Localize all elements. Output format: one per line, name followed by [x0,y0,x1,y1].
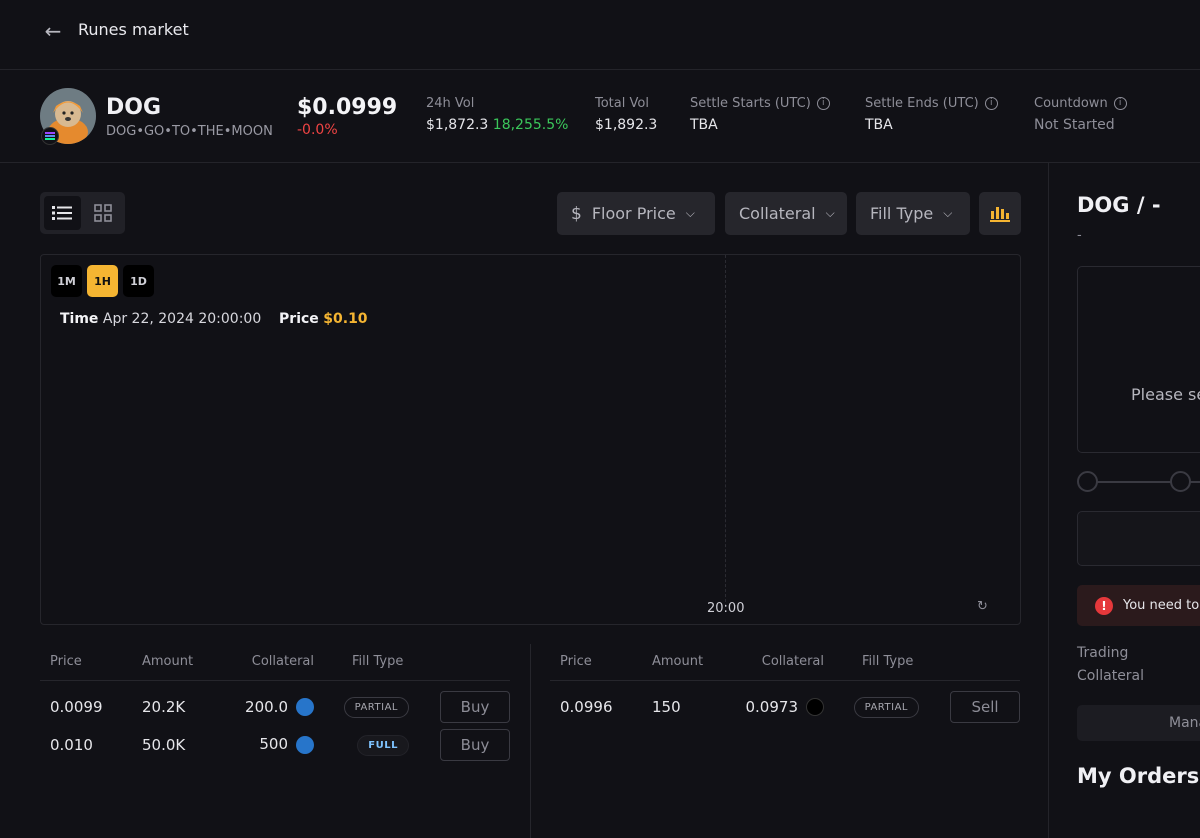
trade-pair-title: DOG / - [1077,193,1161,217]
fill-badge: PARTIAL [853,696,919,718]
table-row: 0.0099 20.2K 200.0 PARTIAL Buy [40,680,510,723]
chart-tooltip: Time Apr 22, 2024 20:00:00 Price $0.10 [60,311,368,327]
slider-knob[interactable] [1077,471,1098,492]
token-full-name: DOG•GO•TO•THE•MOON [106,124,273,139]
collateral-filter[interactable]: Collateral ⌵ [725,192,847,235]
buy-button[interactable]: Buy [440,728,510,761]
info-icon[interactable]: i [1113,97,1127,110]
chart-toggle-icon[interactable] [979,192,1021,235]
token-header: DOG DOG•GO•TO•THE•MOON $0.0999 -0.0% 24h… [0,71,1200,163]
list-view-icon[interactable] [44,196,81,230]
chevron-down-icon: ⌵ [943,206,953,220]
usdc-icon [296,735,314,754]
timeframe-1m[interactable]: 1M [51,265,82,297]
top-bar: ← Runes market [0,0,1200,70]
crosshair-line [725,255,726,607]
sell-button[interactable]: Sell [950,690,1020,723]
timeframe-1d[interactable]: 1D [123,265,154,297]
token-symbol: DOG [106,95,162,120]
panel-divider [1048,163,1049,838]
slider-knob[interactable] [1170,471,1191,492]
dollar-icon: $ [571,203,582,224]
refresh-icon[interactable]: ↻ [977,599,991,614]
fill-type-filter[interactable]: Fill Type ⌵ [856,192,970,235]
info-icon[interactable]: i [984,97,998,110]
price-change: -0.0% [297,122,338,138]
grid-view-icon[interactable] [85,196,122,230]
collateral-label: Collateral [1077,668,1145,684]
stat-total-vol: Total Vol $1,892.3 [595,96,658,133]
order-select-box[interactable] [1077,266,1200,453]
buy-button[interactable]: Buy [440,690,510,723]
connect-alert: ! You need to [1077,585,1200,626]
stat-countdown: Countdown i Not Started [1034,96,1127,133]
table-row: 0.010 50.0K 500 FULL Buy [40,723,510,766]
stat-24h-vol: 24h Vol $1,872.3 18,255.5% [426,96,569,133]
select-prompt: Please se [1131,385,1200,404]
floor-price-filter[interactable]: $ Floor Price ⌵ [557,192,715,235]
buy-orders-table: Price Amount Collateral Fill Type 0.0099… [40,644,510,766]
back-arrow-icon[interactable]: ← [42,20,64,42]
timeframe-1h[interactable]: 1H [87,265,118,297]
solana-icon [806,698,824,716]
vol-change: 18,255.5% [492,117,569,133]
fill-badge: PARTIAL [343,696,409,718]
manage-button[interactable]: Mana [1077,705,1200,741]
usdc-icon [296,698,314,716]
page-title: Runes market [78,20,189,39]
stat-settle-starts: Settle Starts (UTC) i TBA [690,96,830,133]
alert-icon: ! [1095,596,1113,615]
fill-badge: FULL [357,734,409,756]
amount-input[interactable] [1077,511,1200,566]
table-row: 0.0996 150 0.0973 PARTIAL Sell [550,680,1020,723]
my-orders-heading: My Orders [1077,764,1200,788]
view-toggle [40,192,125,234]
info-icon[interactable]: i [816,97,830,110]
solana-chain-icon [41,127,59,145]
price-chart[interactable]: 1M 1H 1D Time Apr 22, 2024 20:00:00 Pric… [40,254,1021,625]
x-axis-tick: 20:00 [707,601,745,616]
chevron-down-icon: ⌵ [825,206,835,220]
trade-pair-sub: - [1077,228,1082,243]
token-price: $0.0999 [297,95,398,120]
trading-label: Trading [1077,645,1129,661]
stat-settle-ends: Settle Ends (UTC) i TBA [865,96,998,133]
table-divider [530,644,531,838]
sell-orders-table: Price Amount Collateral Fill Type 0.0996… [550,644,1020,723]
chevron-down-icon: ⌵ [685,206,695,220]
